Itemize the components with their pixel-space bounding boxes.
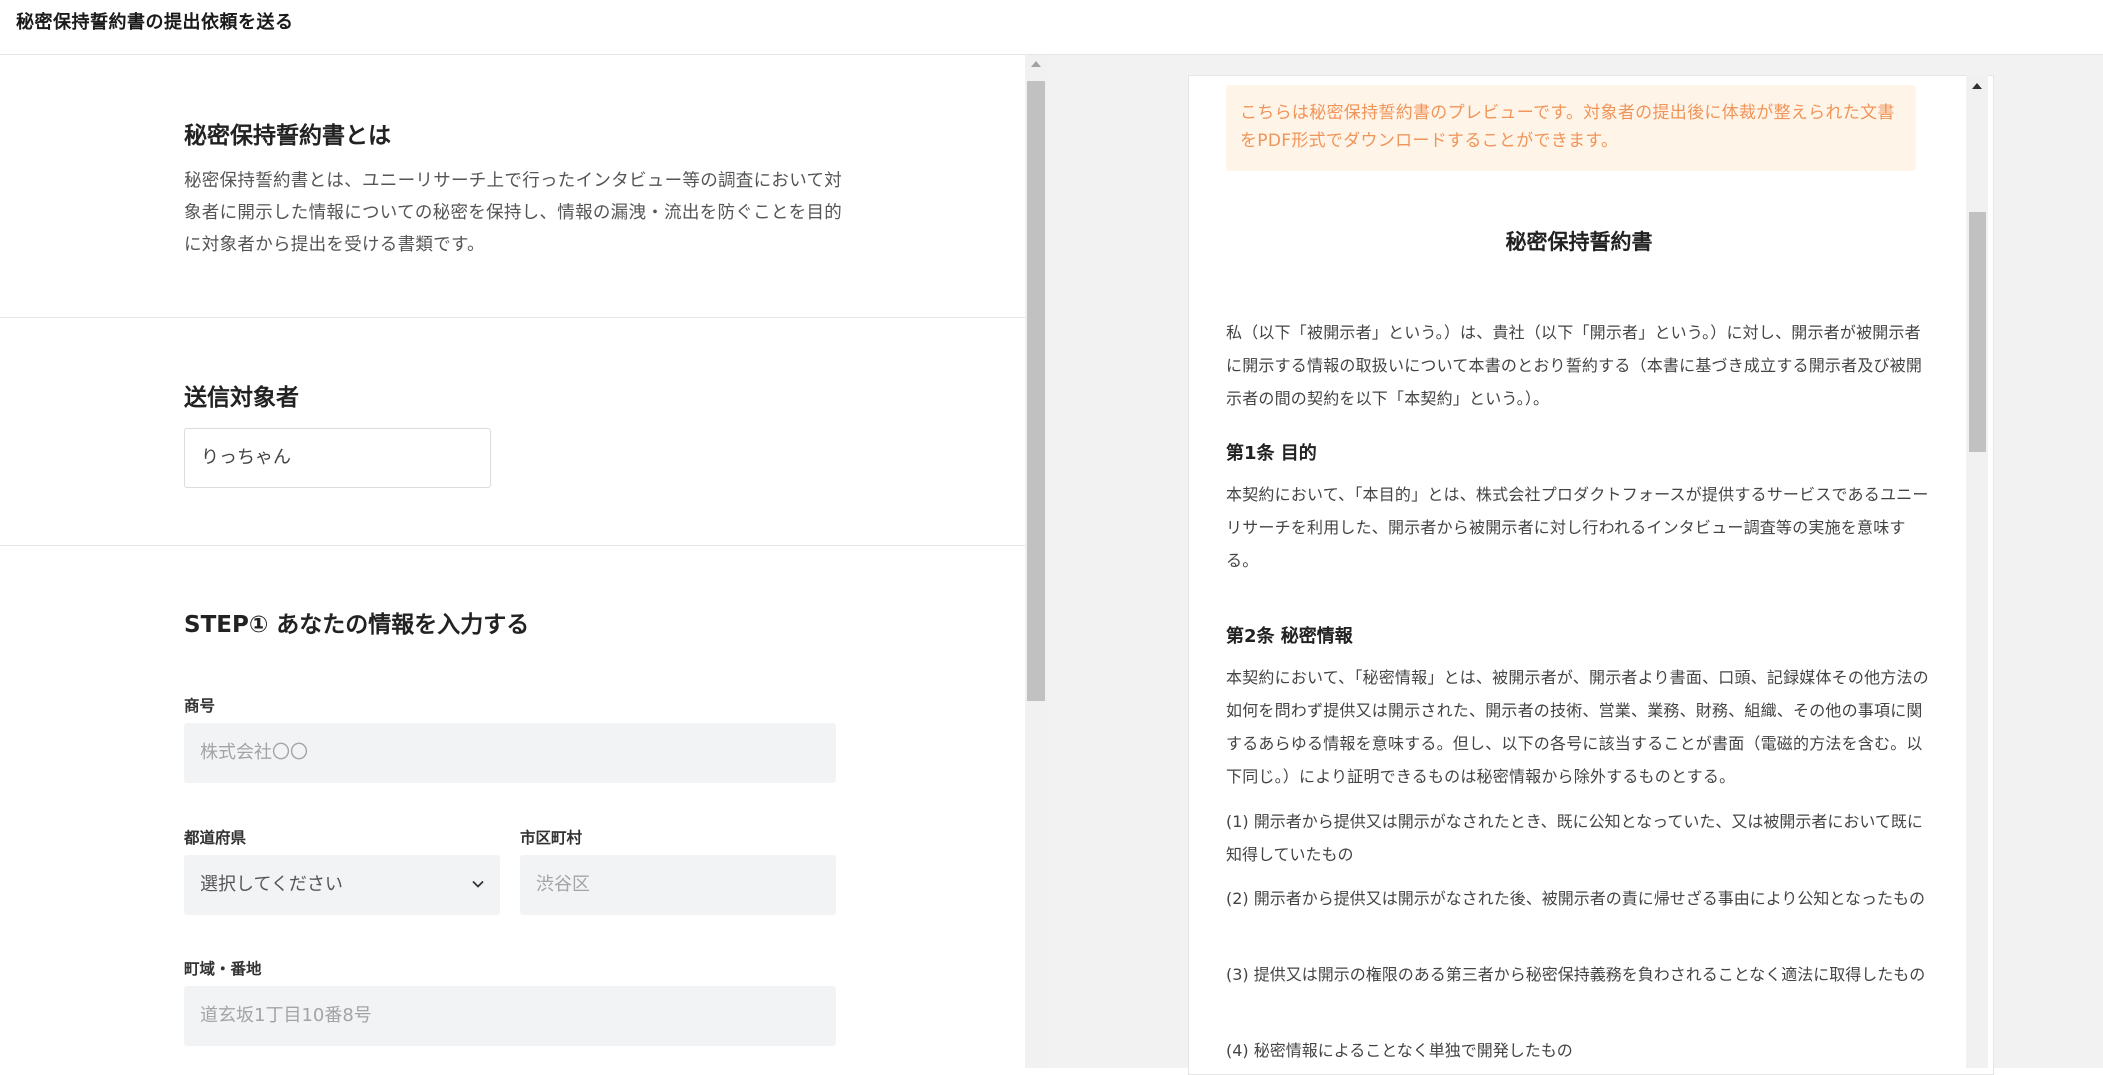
about-heading: 秘密保持誓約書とは bbox=[184, 123, 391, 149]
form-pane: 秘密保持誓約書とは 秘密保持誓約書とは、ユニーリサーチ上で行ったインタビュー等の… bbox=[0, 55, 1025, 1068]
city-input[interactable] bbox=[520, 855, 836, 915]
article2-body: 本契約において、「秘密情報」とは、被開示者が、開示者より書面、口頭、記録媒体その… bbox=[1226, 668, 1929, 786]
article2-heading: 第2条 秘密情報 bbox=[1226, 626, 1353, 647]
preview-document: こちらは秘密保持誓約書のプレビューです。対象者の提出後に体裁が整えられた文書をP… bbox=[1188, 75, 1994, 1075]
article2-item-4: (4) 秘密情報によることなく単独で開発したもの bbox=[1226, 1041, 1573, 1060]
city-label: 市区町村 bbox=[520, 829, 583, 847]
company-label: 商号 bbox=[184, 697, 216, 715]
article1-heading: 第1条 目的 bbox=[1226, 443, 1317, 464]
scroll-up-arrow-icon[interactable] bbox=[1031, 61, 1041, 67]
recipient-section: 送信対象者 りっちゃん bbox=[0, 318, 1025, 546]
preview-notice: こちらは秘密保持誓約書のプレビューです。対象者の提出後に体裁が整えられた文書をP… bbox=[1226, 85, 1916, 171]
address-input[interactable] bbox=[184, 986, 836, 1046]
preview-scrollbar-thumb[interactable] bbox=[1969, 212, 1986, 452]
chevron-down-icon bbox=[472, 880, 484, 888]
article1-body: 本契約において、「本目的」とは、株式会社プロダクトフォースが提供するサービスであ… bbox=[1226, 485, 1929, 570]
article2-item-1: (1) 開示者から提供又は開示がなされたとき、既に公知となっていた、又は被開示者… bbox=[1226, 812, 1923, 864]
company-input[interactable] bbox=[184, 723, 836, 783]
page-title: 秘密保持誓約書の提出依頼を送る bbox=[16, 12, 294, 33]
recipient-heading: 送信対象者 bbox=[184, 385, 299, 411]
top-bar: 秘密保持誓約書の提出依頼を送る bbox=[0, 0, 2103, 55]
preview-scrollbar[interactable] bbox=[1966, 75, 1988, 1068]
address-label: 町域・番地 bbox=[184, 960, 262, 978]
document-intro: 私（以下「被開示者」という。）は、貴社（以下「開示者」という。）に対し、開示者が… bbox=[1226, 323, 1923, 408]
step1-heading: STEP① あなたの情報を入力する bbox=[184, 612, 530, 638]
prefecture-select[interactable]: 選択してください bbox=[184, 855, 500, 915]
article2-item-2: (2) 開示者から提供又は開示がなされた後、被開示者の責に帰せざる事由により公知… bbox=[1226, 889, 1925, 908]
prefecture-select-value: 選択してください bbox=[200, 874, 343, 895]
about-section: 秘密保持誓約書とは 秘密保持誓約書とは、ユニーリサーチ上で行ったインタビュー等の… bbox=[0, 55, 1025, 318]
preview-pane: こちらは秘密保持誓約書のプレビューです。対象者の提出後に体裁が整えられた文書をP… bbox=[1047, 55, 2103, 1075]
recipient-name-field: りっちゃん bbox=[184, 428, 491, 488]
about-description: 秘密保持誓約書とは、ユニーリサーチ上で行ったインタビュー等の調査において対象者に… bbox=[184, 171, 843, 255]
prefecture-label: 都道府県 bbox=[184, 829, 247, 847]
step1-section: STEP① あなたの情報を入力する 商号 都道府県 選択してください 市区町村 … bbox=[0, 546, 1025, 1068]
form-scrollbar[interactable] bbox=[1025, 55, 1047, 1068]
form-scrollbar-thumb[interactable] bbox=[1027, 81, 1045, 701]
scroll-up-arrow-icon[interactable] bbox=[1972, 83, 1982, 89]
document-title: 秘密保持誓約書 bbox=[1505, 230, 1653, 254]
article2-item-3: (3) 提供又は開示の権限のある第三者から秘密保持義務を負わされることなく適法に… bbox=[1226, 965, 1926, 984]
